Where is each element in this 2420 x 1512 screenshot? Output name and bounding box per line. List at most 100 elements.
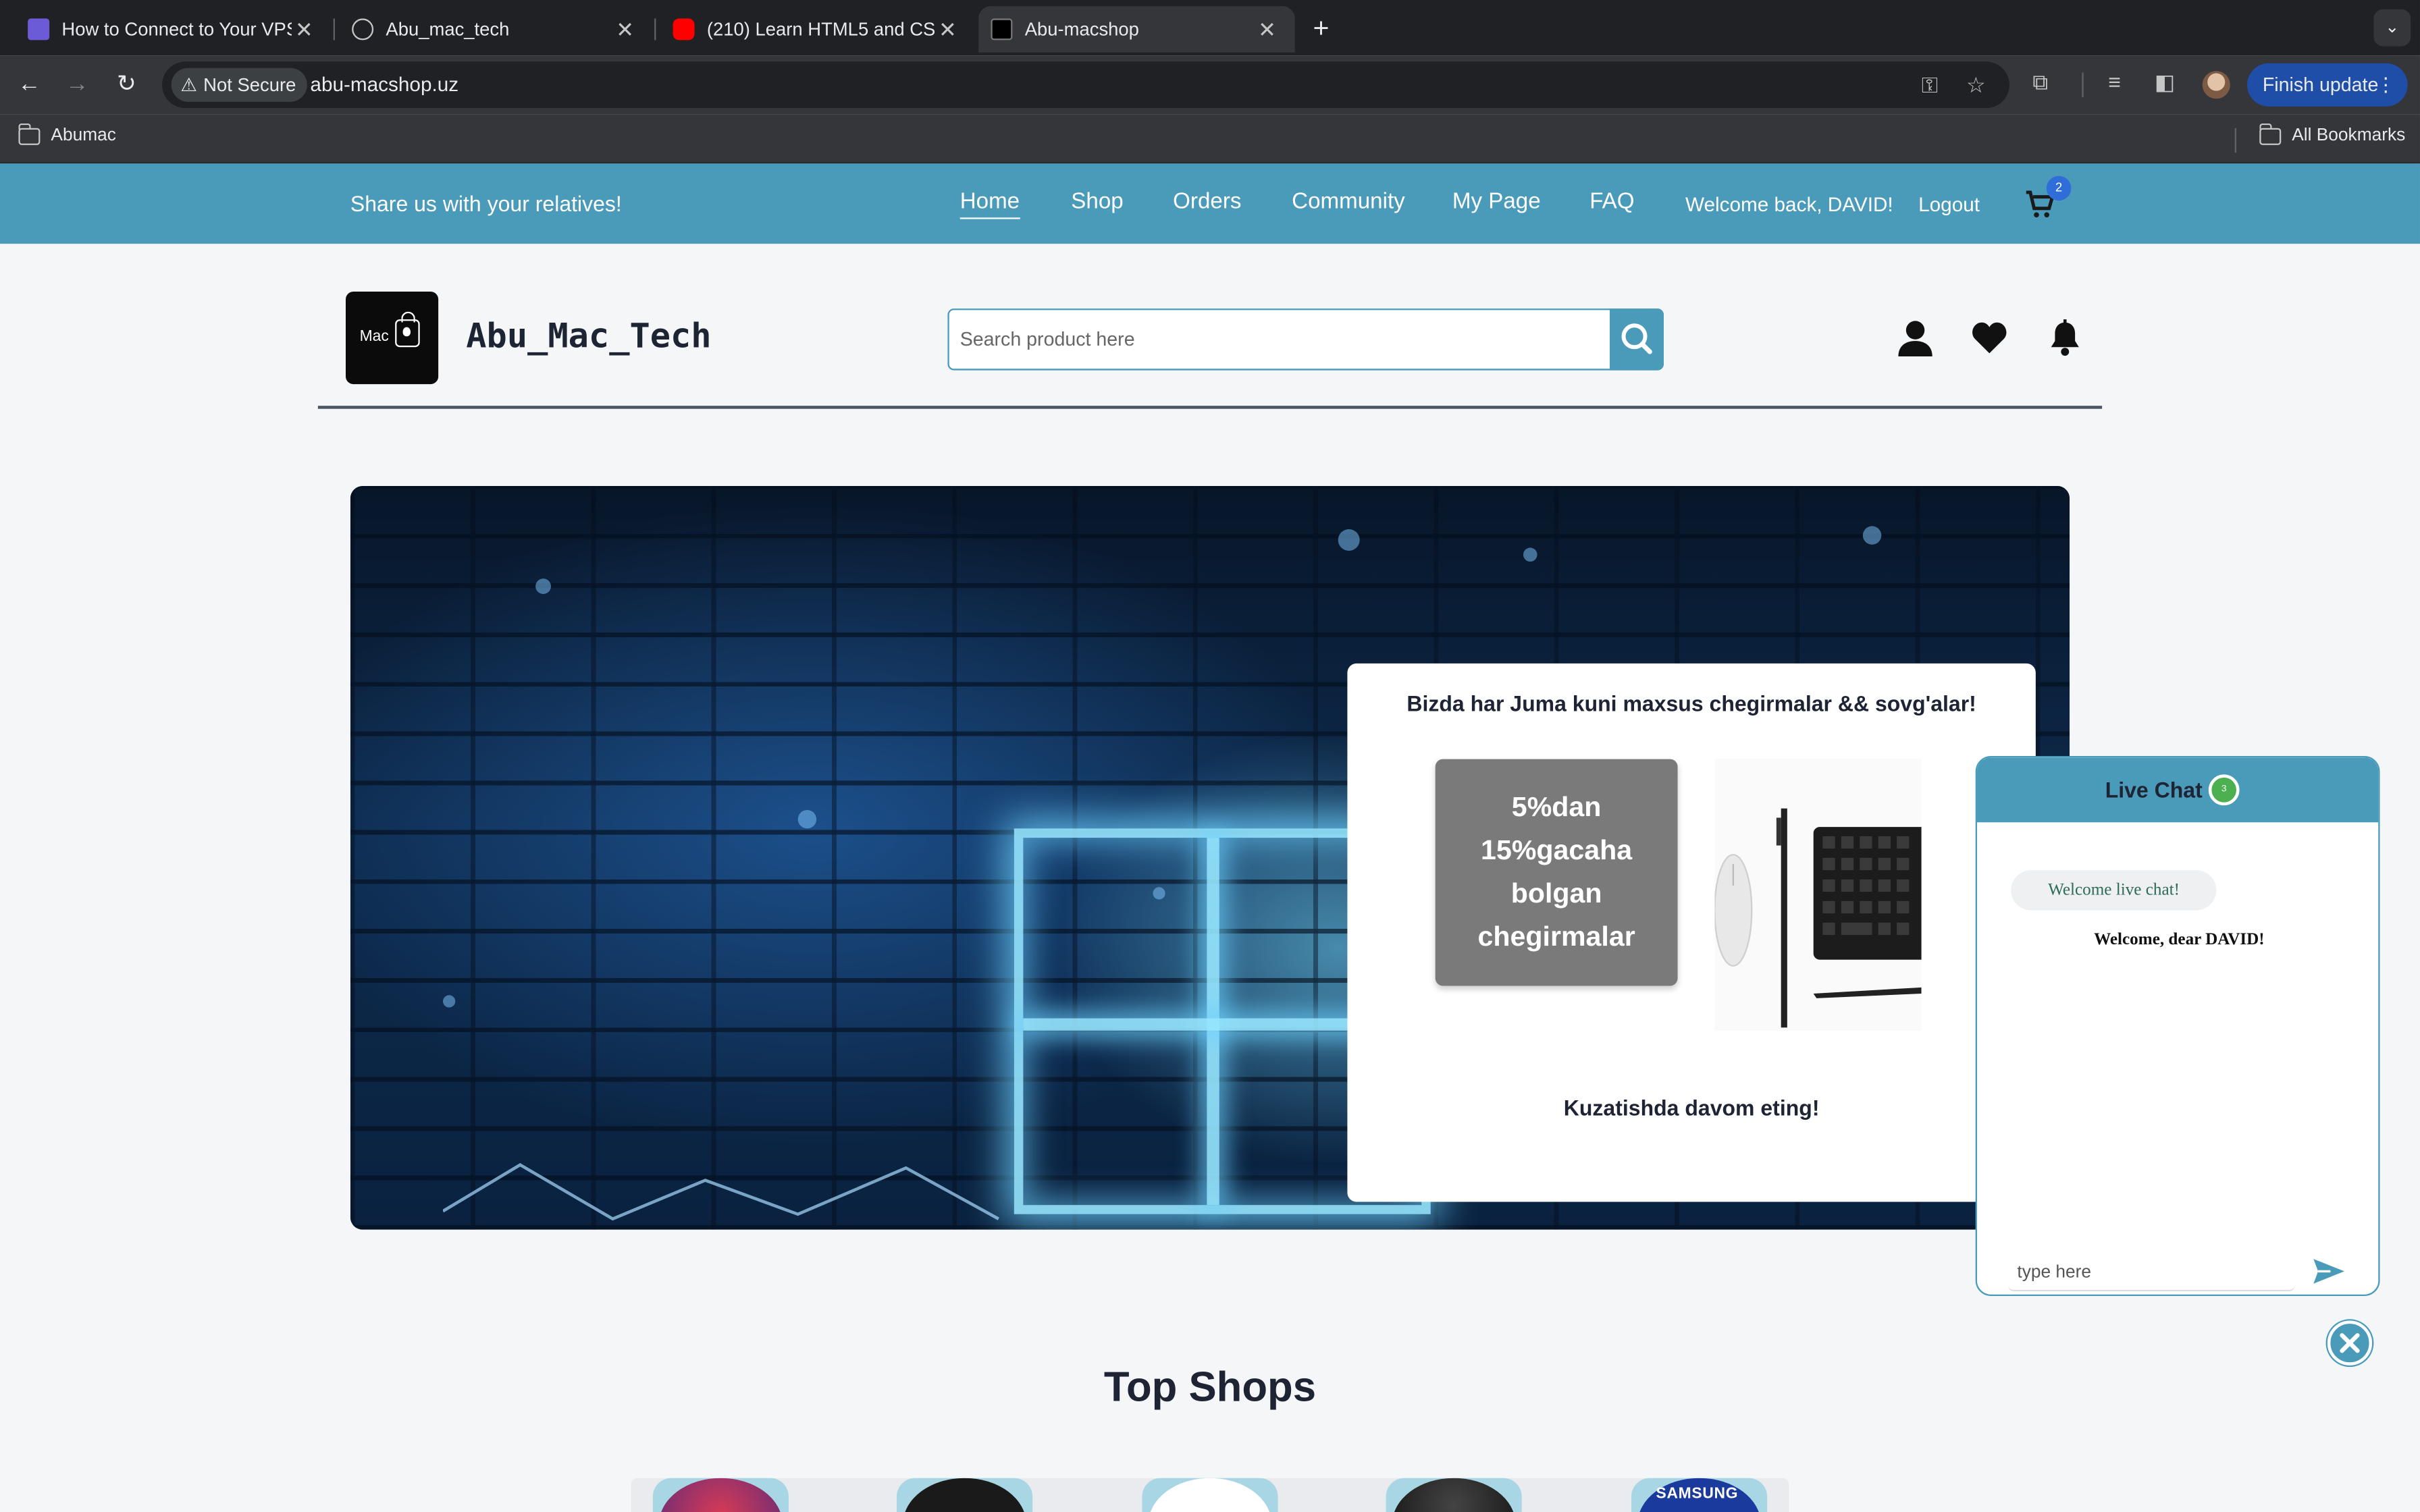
bookmark-label: All Bookmarks: [2292, 126, 2406, 145]
discount-line: 15%gacaha: [1481, 834, 1633, 866]
send-icon[interactable]: [2312, 1258, 2346, 1285]
shop-logo: [903, 1478, 1026, 1512]
product-search: [947, 308, 1664, 371]
samsung-logo-text: SAMSUNG: [1656, 1486, 1739, 1503]
logo-text: Mac: [359, 328, 389, 346]
shop-thumbnail[interactable]: [652, 1478, 789, 1512]
shop-logo: [1148, 1478, 1272, 1512]
extensions-icon[interactable]: ⧉: [2032, 70, 2048, 96]
forward-icon[interactable]: →: [61, 70, 93, 101]
close-icon: [2340, 1333, 2360, 1353]
bell-icon[interactable]: [2047, 318, 2084, 358]
logout-link[interactable]: Logout: [1918, 193, 1980, 216]
shop-thumbnail[interactable]: [1386, 1478, 1522, 1512]
close-chat-button[interactable]: [2327, 1320, 2373, 1366]
chat-header[interactable]: Live Chat 3: [1976, 757, 2379, 823]
bokeh-dot: [1862, 526, 1882, 545]
tab-vps[interactable]: How to Connect to Your VPS ✕: [0, 6, 332, 53]
heart-icon[interactable]: [1971, 318, 2008, 358]
folder-icon: [2259, 122, 2282, 144]
reading-list-icon[interactable]: ≡: [2108, 70, 2121, 94]
browser-tabstrip: How to Connect to Your VPS ✕ Abu_mac_tec…: [0, 0, 2420, 56]
user-icon[interactable]: [1897, 318, 1934, 358]
kebab-menu-icon[interactable]: ⋮: [2376, 63, 2396, 107]
welcome-text: Welcome back, DAVID!: [1685, 192, 1893, 216]
nav-faq[interactable]: FAQ: [1589, 190, 1634, 215]
close-icon[interactable]: ✕: [612, 16, 637, 43]
tab-title: Abu-macshop: [1024, 18, 1139, 40]
address-bar[interactable]: ⚠ Not Secure abu-macshop.uz ⚿ ☆: [161, 61, 2009, 108]
toolbar-divider: [2082, 72, 2084, 97]
tab-abu-mac-tech[interactable]: Abu_mac_tech ✕: [324, 6, 653, 53]
tab-search-chevron-icon[interactable]: ⌄: [2373, 9, 2411, 47]
promo-card: Bizda har Juma kuni maxsus chegirmalar &…: [1347, 663, 2036, 1202]
products-image: [1714, 759, 1922, 1031]
new-tab-icon[interactable]: +: [1306, 12, 1337, 45]
nav-home[interactable]: Home: [959, 190, 1020, 219]
back-icon[interactable]: ←: [14, 70, 45, 101]
chat-input[interactable]: [2007, 1254, 2295, 1292]
finish-update-button[interactable]: Finish update ⋮: [2246, 63, 2408, 107]
bokeh-dot: [535, 578, 551, 594]
bokeh-dot: [797, 809, 817, 829]
macshop-favicon-icon: [991, 18, 1013, 40]
url-text[interactable]: abu-macshop.uz: [310, 72, 458, 95]
live-chat-widget: Live Chat 3 Welcome live chat! Welcome, …: [1975, 755, 2380, 1296]
tab-title: How to Connect to Your VPS: [61, 18, 292, 40]
finish-update-label: Finish update: [2262, 74, 2379, 96]
bokeh-dot: [1523, 547, 1537, 562]
tab-abu-macshop[interactable]: Abu-macshop ✕: [978, 6, 1295, 53]
shop-thumbnail[interactable]: [896, 1478, 1033, 1512]
nav-community[interactable]: Community: [1292, 190, 1405, 215]
close-icon[interactable]: ✕: [292, 16, 317, 43]
search-input[interactable]: [949, 310, 1613, 369]
warning-icon: ⚠: [180, 74, 198, 96]
all-bookmarks[interactable]: All Bookmarks: [2259, 122, 2406, 145]
shop-logo: [658, 1478, 783, 1512]
shop-logo: [1392, 1478, 1516, 1512]
key-icon[interactable]: ⚿: [1922, 72, 1938, 99]
bokeh-dot: [442, 995, 456, 1008]
discount-box: 5%dan 15%gacaha bolgan chegirmalar: [1435, 759, 1678, 986]
chat-message-bubble: Welcome live chat!: [2011, 870, 2217, 911]
chat-greeting: Welcome, dear DAVID!: [2094, 930, 2265, 949]
tab-youtube[interactable]: (210) Learn HTML5 and CSS3 ✕: [645, 6, 975, 53]
bookmarks-bar: Abumac All Bookmarks: [0, 114, 2420, 164]
discount-line: 5%dan: [1511, 791, 1602, 823]
close-icon[interactable]: ✕: [935, 16, 960, 43]
brand-name: Abu_Mac_Tech: [466, 317, 712, 356]
online-count-badge: 3: [2208, 774, 2240, 806]
bookmark-label: Abumac: [51, 126, 116, 145]
nav-my-page[interactable]: My Page: [1452, 190, 1541, 215]
nav-shop[interactable]: Shop: [1071, 190, 1123, 215]
chat-title: Live Chat: [2105, 777, 2203, 803]
tab-title: Abu_mac_tech: [386, 18, 510, 40]
side-panel-icon[interactable]: ◧: [2155, 70, 2175, 96]
shopping-bag-icon: [395, 311, 420, 348]
promo-footer: Kuzatishda davom eting!: [1563, 1095, 1820, 1120]
wire-lines: [442, 1163, 999, 1221]
bokeh-dot: [1338, 529, 1360, 551]
globe-icon: [352, 18, 374, 40]
promo-heading: Bizda har Juma kuni maxsus chegirmalar &…: [1406, 691, 1976, 716]
star-icon[interactable]: ☆: [1966, 72, 1986, 99]
close-icon[interactable]: ✕: [1255, 16, 1280, 43]
discount-line: bolgan: [1510, 878, 1602, 909]
shop-thumbnail[interactable]: SAMSUNG: [1631, 1478, 1768, 1512]
cart-count-badge: 2: [2046, 176, 2072, 201]
security-label: Not Secure: [203, 74, 296, 96]
site-logo[interactable]: Mac: [345, 291, 439, 385]
shop-thumbnail[interactable]: [1142, 1478, 1278, 1512]
profile-avatar[interactable]: [2202, 71, 2230, 99]
reload-icon[interactable]: ↻: [111, 70, 142, 101]
bookmarks-divider: [2234, 128, 2236, 153]
browser-toolbar: ← → ↻ ⚠ Not Secure abu-macshop.uz ⚿ ☆ ⧉ …: [0, 55, 2420, 115]
search-icon: [1621, 323, 1652, 354]
bookmark-abumac[interactable]: Abumac: [18, 122, 116, 145]
nav-orders[interactable]: Orders: [1173, 190, 1241, 215]
folder-icon: [18, 122, 41, 144]
top-shops-title: Top Shops: [1103, 1364, 1317, 1411]
search-button[interactable]: [1609, 308, 1664, 371]
tab-title: (210) Learn HTML5 and CSS3: [706, 18, 936, 40]
security-chip[interactable]: ⚠ Not Secure: [171, 68, 307, 102]
